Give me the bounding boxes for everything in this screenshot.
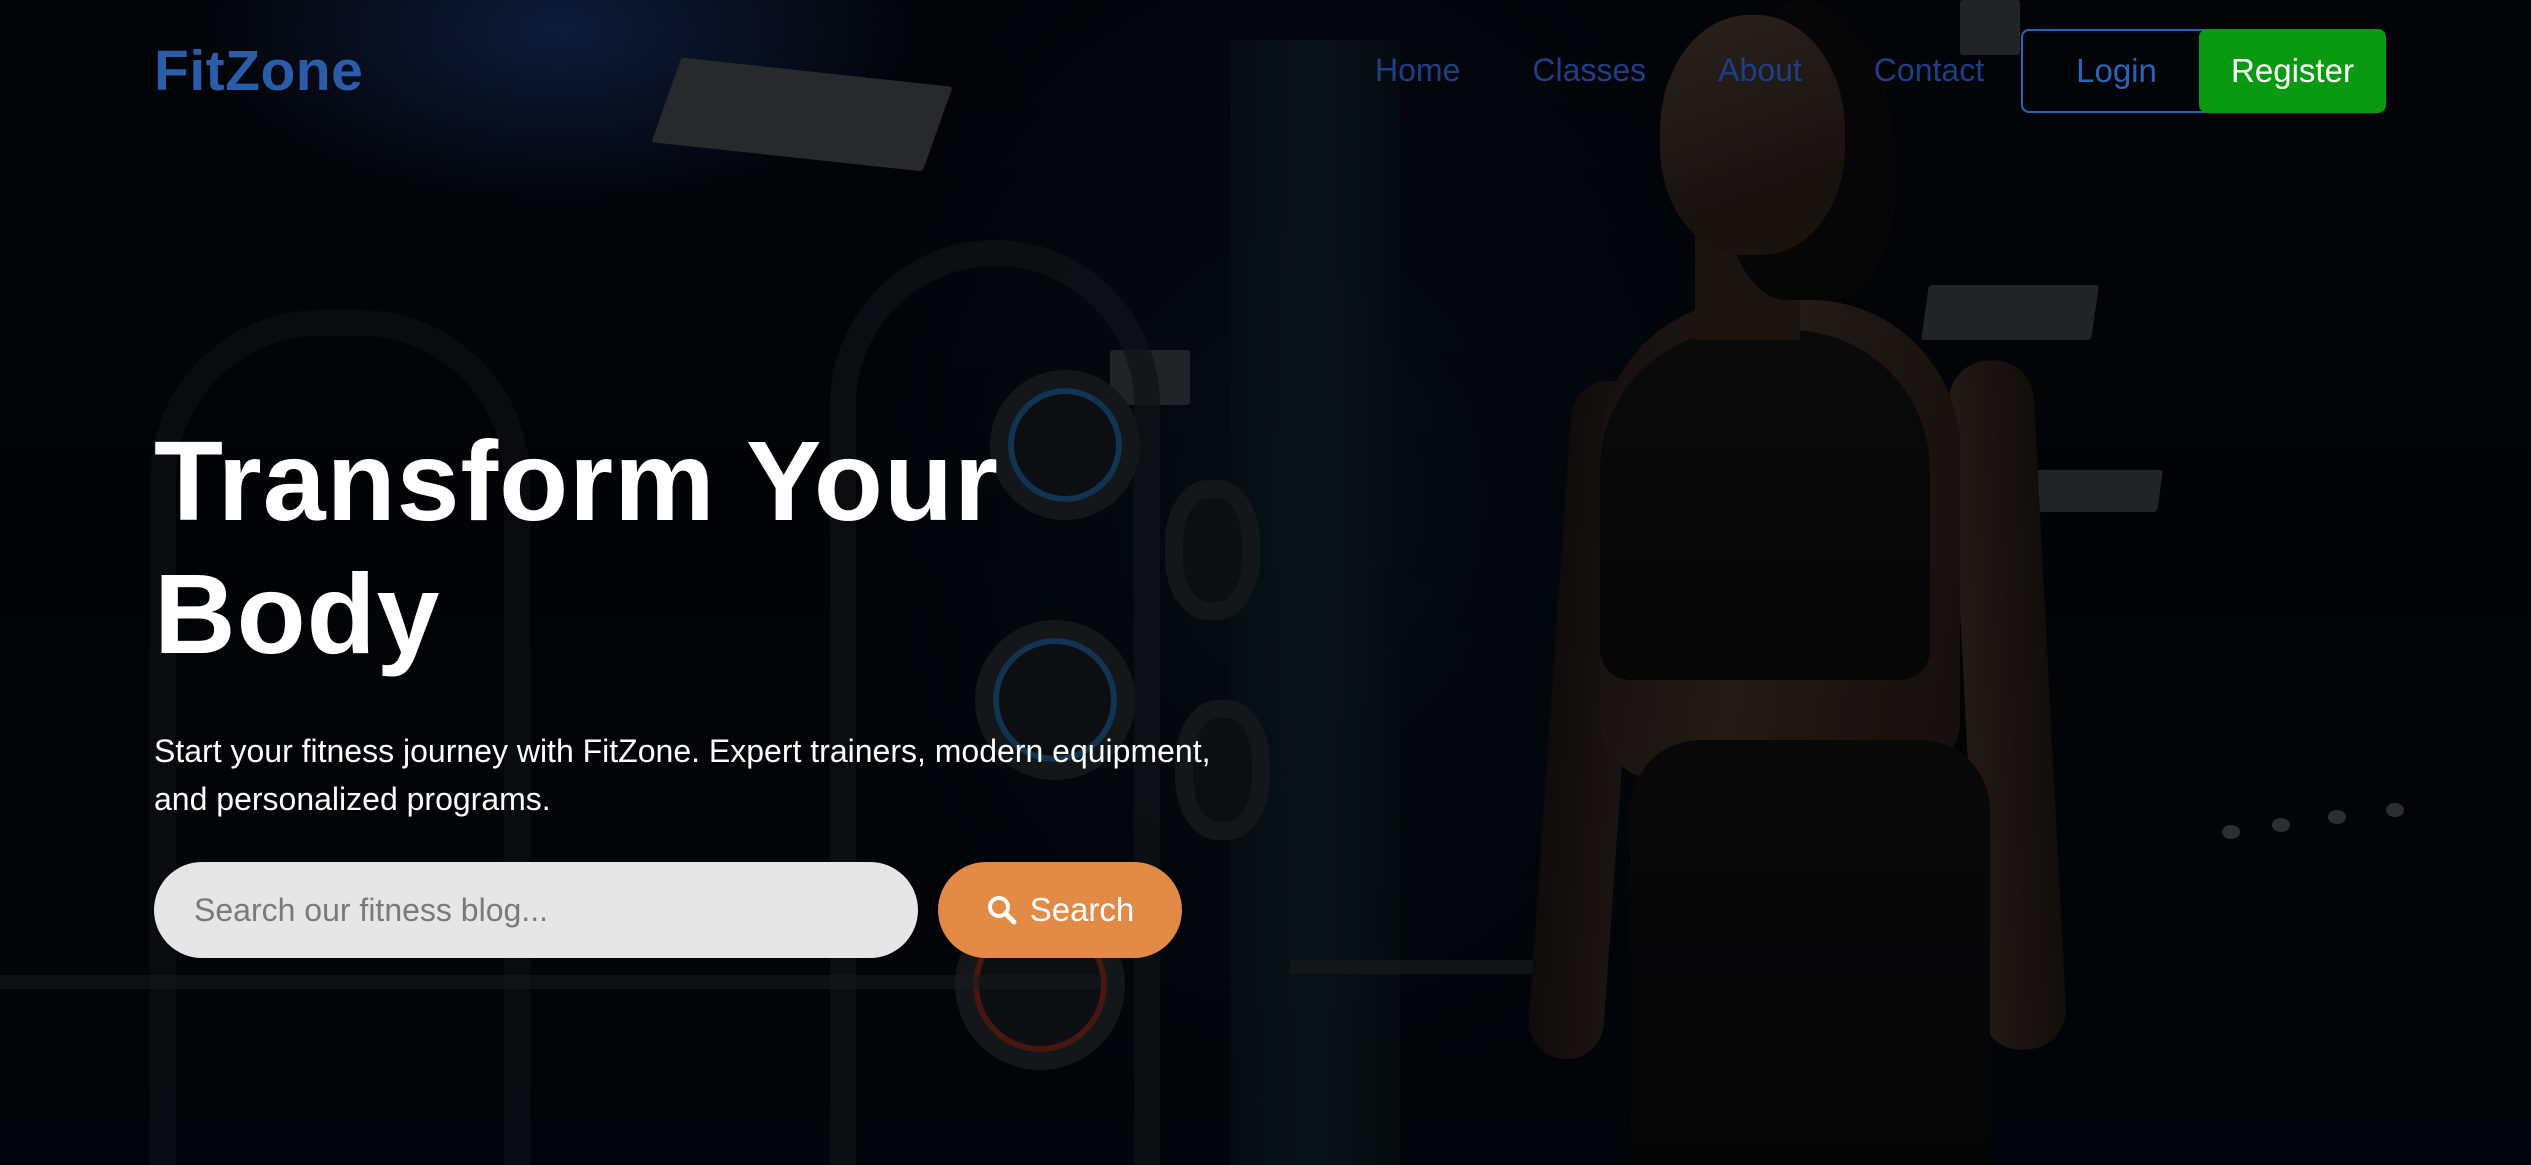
search-input[interactable] (154, 862, 918, 958)
nav-link-home[interactable]: Home (1375, 52, 1460, 89)
hero-subtitle-line1: Start your fitness journey with FitZone.… (154, 733, 1211, 769)
navbar: FitZone Home Classes About Contact Login… (0, 0, 2531, 144)
register-button[interactable]: Register (2199, 29, 2386, 113)
login-button[interactable]: Login (2021, 29, 2212, 113)
nav-links: Home Classes About Contact (1375, 52, 1984, 89)
hero-subtitle-line2: and personalized programs. (154, 781, 551, 817)
nav-link-about[interactable]: About (1718, 52, 1802, 89)
nav-link-classes[interactable]: Classes (1532, 52, 1646, 89)
logo[interactable]: FitZone (154, 38, 363, 104)
hero-title-line2: Body (154, 551, 441, 677)
hero-subtitle: Start your fitness journey with FitZone.… (154, 727, 1284, 823)
search-icon (987, 896, 1017, 925)
hero-title-line1: Transform Your (154, 418, 999, 544)
search-button[interactable]: Search (938, 862, 1182, 958)
search-button-label: Search (1029, 891, 1135, 928)
hero-title: Transform Your Body (154, 415, 1254, 681)
nav-link-contact[interactable]: Contact (1874, 52, 1984, 89)
